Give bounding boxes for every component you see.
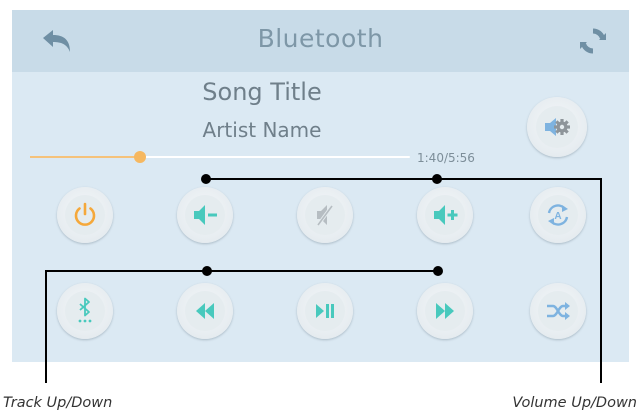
volume-callout-line bbox=[205, 178, 602, 180]
volume-up-button[interactable] bbox=[417, 187, 473, 243]
previous-track-button[interactable] bbox=[177, 283, 233, 339]
mute-button[interactable] bbox=[297, 187, 353, 243]
power-icon bbox=[74, 202, 96, 226]
power-button[interactable] bbox=[57, 187, 113, 243]
volume-down-marker bbox=[201, 174, 211, 184]
volume-caption: Volume Up/Down bbox=[512, 395, 637, 411]
page-title: Bluetooth bbox=[257, 24, 384, 53]
svg-text:A: A bbox=[554, 211, 561, 222]
play-pause-button[interactable] bbox=[297, 283, 353, 339]
track-callout-line bbox=[45, 270, 438, 272]
track-caption: Track Up/Down bbox=[3, 395, 113, 411]
song-title: Song Title bbox=[202, 78, 322, 106]
repeat-a-icon: A bbox=[547, 204, 569, 226]
progress-knob[interactable] bbox=[134, 151, 147, 163]
bluetooth-icon bbox=[78, 297, 92, 323]
volume-callout-drop bbox=[600, 178, 602, 383]
speaker-settings-icon bbox=[545, 118, 570, 136]
track-callout-drop bbox=[45, 270, 47, 383]
header-bar: Bluetooth bbox=[12, 10, 629, 72]
repeat-button[interactable]: A bbox=[530, 187, 586, 243]
track-down-marker bbox=[202, 266, 212, 276]
next-track-button[interactable] bbox=[417, 283, 473, 339]
bluetooth-screen: Bluetooth Song Title Artist Name 1:40/5:… bbox=[12, 10, 629, 362]
time-readout: 1:40/5:56 bbox=[417, 151, 475, 165]
track-up-marker bbox=[433, 266, 443, 276]
progress-bar[interactable] bbox=[30, 156, 410, 158]
volume-down-icon bbox=[194, 205, 217, 225]
shuffle-icon bbox=[547, 302, 570, 320]
volume-up-marker bbox=[432, 174, 442, 184]
artist-name: Artist Name bbox=[202, 118, 322, 142]
fast-forward-icon bbox=[436, 303, 454, 319]
volume-up-icon bbox=[434, 205, 458, 225]
refresh-icon[interactable] bbox=[575, 24, 611, 58]
progress-fill bbox=[30, 156, 141, 158]
bluetooth-button[interactable] bbox=[57, 283, 113, 339]
volume-down-button[interactable] bbox=[177, 187, 233, 243]
mute-icon bbox=[316, 204, 334, 227]
play-pause-icon bbox=[316, 304, 334, 318]
settings-button[interactable] bbox=[527, 97, 587, 157]
shuffle-button[interactable] bbox=[530, 283, 586, 339]
rewind-icon bbox=[196, 303, 214, 319]
